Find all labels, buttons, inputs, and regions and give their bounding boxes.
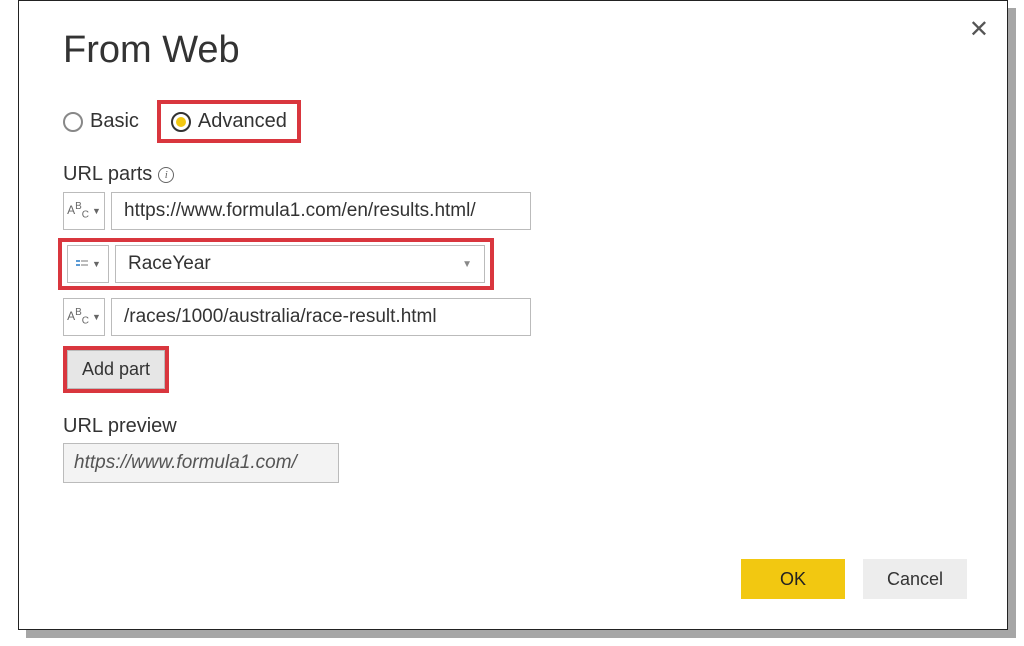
radio-icon bbox=[171, 112, 191, 132]
mode-radio-group: Basic Advanced bbox=[63, 100, 963, 143]
url-part-input-1[interactable]: https://www.formula1.com/en/results.html… bbox=[111, 192, 531, 230]
radio-dot-icon bbox=[176, 117, 186, 127]
dialog-title: From Web bbox=[63, 29, 963, 72]
parameter-icon bbox=[75, 257, 89, 271]
url-part-row-1: ABC ▼ https://www.formula1.com/en/result… bbox=[63, 192, 963, 230]
dialog-content: From Web Basic Advanced URL parts i A bbox=[19, 1, 1007, 503]
highlight-param-row: ▼ RaceYear ▼ bbox=[58, 238, 494, 290]
chevron-down-icon: ▼ bbox=[92, 259, 101, 269]
chevron-down-icon: ▼ bbox=[92, 206, 101, 216]
radio-basic[interactable]: Basic bbox=[63, 110, 139, 133]
url-parts-label: URL parts i bbox=[63, 163, 963, 186]
chevron-down-icon: ▼ bbox=[92, 312, 101, 322]
radio-icon bbox=[63, 112, 83, 132]
url-preview-value: https://www.formula1.com/ bbox=[63, 443, 339, 483]
abc-icon: ABC bbox=[67, 307, 89, 326]
url-part-row-3: ABC ▼ /races/1000/australia/race-result.… bbox=[63, 298, 963, 336]
type-selector-text[interactable]: ABC ▼ bbox=[63, 192, 105, 230]
radio-advanced-label: Advanced bbox=[198, 110, 287, 133]
url-preview-label: URL preview bbox=[63, 415, 963, 438]
url-part-param-select[interactable]: RaceYear ▼ bbox=[115, 245, 485, 283]
type-selector-param[interactable]: ▼ bbox=[67, 245, 109, 283]
radio-basic-label: Basic bbox=[90, 110, 139, 133]
highlight-advanced: Advanced bbox=[157, 100, 301, 143]
type-selector-text[interactable]: ABC ▼ bbox=[63, 298, 105, 336]
ok-button[interactable]: OK bbox=[741, 559, 845, 599]
abc-icon: ABC bbox=[67, 201, 89, 220]
dialog-footer: OK Cancel bbox=[741, 559, 967, 599]
chevron-down-icon: ▼ bbox=[462, 259, 472, 270]
radio-advanced[interactable]: Advanced bbox=[171, 110, 287, 133]
info-icon[interactable]: i bbox=[158, 167, 174, 183]
cancel-button[interactable]: Cancel bbox=[863, 559, 967, 599]
add-part-button[interactable]: Add part bbox=[67, 350, 165, 389]
close-icon[interactable]: ✕ bbox=[969, 15, 989, 44]
url-part-input-3[interactable]: /races/1000/australia/race-result.html bbox=[111, 298, 531, 336]
highlight-add-part: Add part bbox=[63, 346, 169, 393]
from-web-dialog: ✕ From Web Basic Advanced URL parts i bbox=[18, 0, 1008, 630]
